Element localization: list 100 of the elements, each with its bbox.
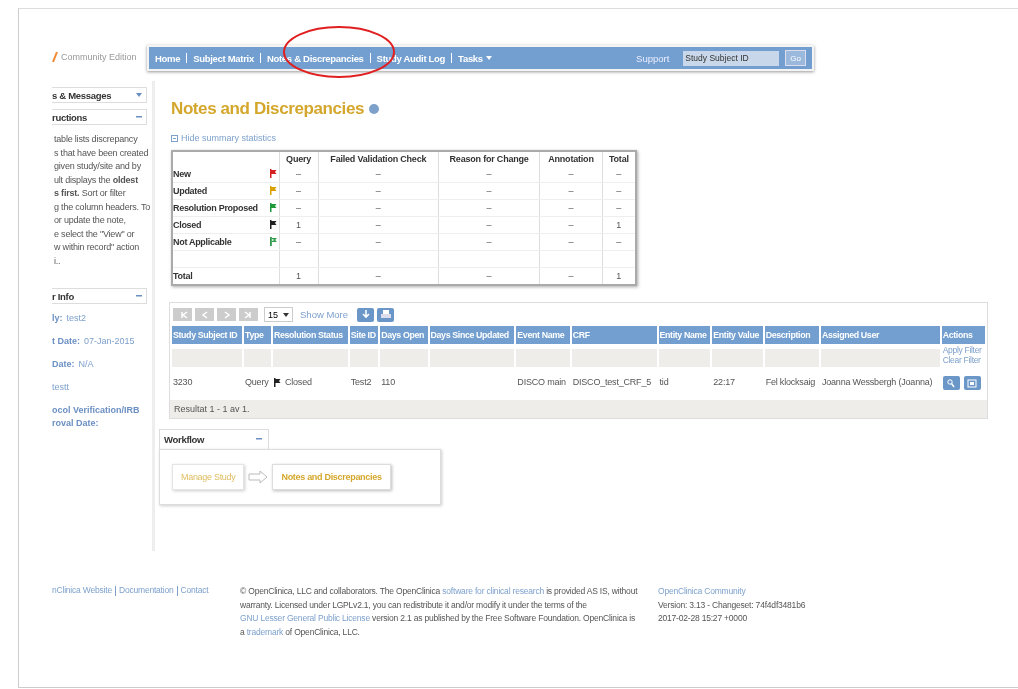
count-cell: – [539,216,603,234]
logo-icon [52,52,58,62]
info-label: ly: [52,312,63,325]
status-label: Resolution Proposed [172,199,271,217]
count-cell: – [318,182,439,200]
table-cell: Joanna Wessbergh (Joanna) [821,377,933,387]
page-title: Notes and Discrepancies [171,99,364,119]
table-cell: DISCO_test_CRF_5 [572,377,652,387]
copyright-text: © OpenClinica, LLC and collaborators. The OpenClinica software for clinical research is provided AS IS, without warranty. Licensed under LGPLv2.1, you can redistribute it and/or modify it under the terms of the GNU Lesser General Public License version 2.1 as published by the Free Software Foundation. OpenClinica is a trademark of OpenClinica, LLC. [240,585,639,639]
nav-link[interactable]: Subject Matrix [193,52,254,64]
instruction-text: ult displays the oldest [54,173,139,187]
instruction-text: w within record" action [54,241,141,254]
download-icon [361,309,370,320]
nav-link[interactable]: Home [155,52,181,64]
column-header[interactable]: Assigned User [820,326,940,344]
count-cell: – [318,233,439,251]
count-cell: – [318,216,439,234]
table-cell: Test2 [350,377,372,387]
status-label: Closed [172,216,271,234]
support-link[interactable]: Support [636,52,670,64]
result-count: Resultat 1 - 1 av 1. [174,403,250,414]
table-cell: 110 [381,377,395,387]
count-cell: – [438,233,540,251]
version-text: Version: 3.13 - Changeset: 74f4df3481b6 [658,598,806,612]
help-icon[interactable] [369,104,379,114]
count-cell: – [318,199,439,217]
print-button[interactable] [377,307,395,322]
clear-filter-link[interactable]: Clear Filter [942,355,984,365]
column-header[interactable]: Entity Name [658,326,711,344]
count-cell: – [438,166,540,183]
column-header[interactable]: Days Since Updated [429,326,515,344]
column-header[interactable]: CRF [571,326,657,344]
info-label: ocol Verification/IRB roval Date: [52,404,141,430]
nav-link[interactable]: Tasks [458,52,483,64]
footer-link[interactable]: GNU Lesser General Public License [240,613,370,623]
footer-link[interactable]: Documentation [118,585,174,595]
status-label: Updated [172,182,271,200]
workflow-tab[interactable]: Workflow [159,428,269,449]
info-value: N/A [78,358,94,371]
panel-title: ructions [52,111,88,123]
view-button[interactable] [942,376,960,390]
hide-stats-link[interactable]: Hide summary statistics [181,133,277,143]
workflow-step[interactable]: Manage Study [172,463,245,490]
column-header: Failed Validation Check [318,151,439,166]
footer-link[interactable]: nClinica Website [52,585,112,595]
window-icon [967,378,978,388]
status-label: Not Applicable [172,233,271,251]
count-cell: – [539,166,603,183]
column-header[interactable]: Study Subject ID [172,326,242,344]
column-header[interactable]: Site ID [349,326,379,344]
sidebar-panel-tab[interactable]: r Info [52,288,147,304]
download-button[interactable] [357,307,375,322]
footer-link[interactable]: Contact [180,585,209,595]
count-cell: 1 [279,267,319,285]
community-link[interactable]: OpenClinica Community [658,585,806,599]
column-header[interactable]: Type [244,326,271,344]
sidebar-panel-tab[interactable]: s & Messages [52,87,147,103]
column-header[interactable]: Entity Value [712,326,763,344]
count-cell: – [602,166,636,183]
table-cell: 22:17 [713,377,735,387]
count-cell: 1 [602,267,636,285]
pager-button[interactable] [195,308,214,321]
panel-title: s & Messages [52,89,112,101]
workflow-step[interactable]: Notes and Discrepancies [272,463,391,490]
count-cell: – [279,182,319,200]
go-button[interactable]: Go [785,50,806,66]
info-label: t Date: [52,335,80,348]
pager-button[interactable] [217,308,236,321]
show-more-link[interactable]: Show More [300,309,349,320]
column-header[interactable]: Days Open [380,326,428,344]
table-cell: Query [245,377,269,387]
instruction-text: table lists discrepancy [54,133,139,146]
instruction-text: or update the note, [54,214,127,227]
count-cell: 1 [279,216,319,234]
column-header[interactable]: Description [764,326,819,344]
column-header[interactable]: Actions [941,326,985,344]
subject-search-field[interactable]: Study Subject ID [683,50,780,66]
pager-button[interactable] [239,308,258,321]
column-header: Annotation [539,151,603,166]
footer-link[interactable]: software for clinical research [442,586,544,596]
apply-filter-link[interactable]: Apply Filter [942,345,984,355]
collapse-box-icon[interactable] [171,134,178,142]
sidebar-panel-tab[interactable]: ructions [52,109,147,125]
column-header[interactable]: Resolution Status [272,326,348,344]
column-header[interactable]: Event Name [516,326,570,344]
edition-label: Community Edition [61,52,137,62]
table-cell: DISCO main [517,377,566,387]
count-cell: – [539,182,603,200]
instruction-text: e select the "View" or [54,227,136,241]
instruction-text: s first. Sort or filter [54,187,127,200]
column-header: Reason for Change [438,151,540,166]
footer-link[interactable]: trademark [246,626,284,637]
build-date: 2017-02-28 15:27 +0000 [658,612,748,625]
info-value: testt [52,381,69,394]
caret-icon [283,312,289,317]
status-label: New [172,166,271,183]
page-size-select[interactable]: 15 [264,307,293,322]
view-within-record-button[interactable] [963,376,981,390]
pager-button[interactable] [173,308,192,321]
instruction-text: given study/site and by [54,160,142,173]
